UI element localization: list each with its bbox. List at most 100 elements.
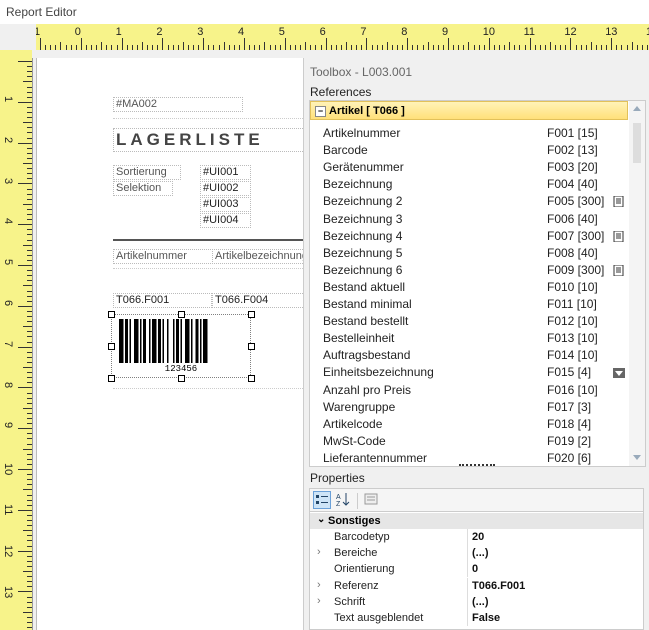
ruler-tick bbox=[27, 178, 32, 180]
ruler-tick bbox=[529, 38, 531, 50]
resize-handle[interactable] bbox=[248, 343, 255, 350]
reference-item[interactable]: Auftragsbestand F014 [10] bbox=[310, 347, 628, 364]
report-canvas[interactable]: #MA002 LAGERLISTE Sortierung Selektion #… bbox=[36, 58, 311, 630]
reference-item[interactable]: Einheitsbezeichnung F015 [4] bbox=[310, 364, 628, 381]
reference-name: MwSt-Code bbox=[323, 433, 386, 448]
ruler-tick bbox=[27, 576, 32, 578]
chevron-right-icon[interactable]: › bbox=[317, 546, 321, 558]
text-doc-icon[interactable] bbox=[613, 195, 624, 208]
resize-handle[interactable] bbox=[108, 343, 115, 350]
reference-item[interactable]: Artikelcode F018 [4] bbox=[310, 416, 628, 433]
resize-handle[interactable] bbox=[108, 375, 115, 382]
property-category[interactable]: ⌄ Sonstiges bbox=[310, 513, 643, 529]
chevron-right-icon[interactable]: › bbox=[317, 595, 321, 607]
column-header-artikelnummer[interactable]: Artikelnummer bbox=[113, 249, 213, 264]
label-selektion[interactable]: Selektion bbox=[113, 181, 173, 196]
ruler-tick bbox=[27, 310, 32, 312]
references-tree[interactable]: − Artikel [ T066 ] Artikelnummer F001 [15… bbox=[309, 100, 646, 467]
column-separator bbox=[467, 529, 468, 545]
resize-handle[interactable] bbox=[248, 311, 255, 318]
property-row[interactable]: › Bereiche (...) bbox=[310, 545, 643, 562]
tree-group-artikel[interactable]: − Artikel [ T066 ] bbox=[310, 101, 628, 120]
ruler-tick bbox=[27, 127, 32, 129]
collapse-icon[interactable]: − bbox=[315, 106, 326, 117]
reference-code: F012 [10] bbox=[547, 314, 598, 329]
property-value[interactable]: (...) bbox=[472, 547, 489, 559]
ruler-tick bbox=[27, 474, 32, 476]
property-row[interactable]: Text ausgeblendet False bbox=[310, 610, 643, 626]
field-ui004[interactable]: #UI004 bbox=[200, 213, 251, 228]
canvas-margin bbox=[32, 50, 649, 58]
property-pages-button[interactable] bbox=[362, 491, 380, 509]
label-sortierung[interactable]: Sortierung bbox=[113, 165, 181, 180]
categorized-button[interactable] bbox=[313, 491, 331, 509]
text-doc-icon[interactable] bbox=[613, 230, 624, 243]
ruler-tick bbox=[60, 42, 62, 50]
resize-handle[interactable] bbox=[248, 375, 255, 382]
scroll-up-icon[interactable] bbox=[633, 106, 641, 111]
reference-item[interactable]: Barcode F002 [13] bbox=[310, 142, 628, 159]
reference-item[interactable]: Bezeichnung 5 F008 [40] bbox=[310, 245, 628, 262]
property-grid[interactable]: ⌄ Sonstiges Barcodetyp 20 › Bereiche (...) Or… bbox=[309, 512, 644, 630]
ruler-tick bbox=[27, 66, 32, 68]
property-row[interactable]: › Referenz T066.F001 bbox=[310, 577, 643, 594]
property-key: Bereiche bbox=[334, 547, 378, 560]
references-scrollbar[interactable] bbox=[629, 101, 645, 466]
resize-handle[interactable] bbox=[178, 311, 185, 318]
barcode-bar bbox=[176, 319, 179, 363]
field-t066-f001[interactable]: T066.F001 bbox=[113, 293, 212, 308]
reference-item[interactable]: Bezeichnung 2 F005 [300] bbox=[310, 193, 628, 210]
title-bar: Report Editor bbox=[0, 0, 649, 24]
ruler-tick bbox=[23, 611, 32, 613]
reference-name: Bestelleinheit bbox=[323, 331, 395, 346]
window-title: Report Editor bbox=[6, 5, 77, 19]
reference-item[interactable]: Bezeichnung F004 [40] bbox=[310, 176, 628, 193]
reference-item[interactable]: Warengruppe F017 [3] bbox=[310, 399, 628, 416]
reference-item[interactable]: Bestelleinheit F013 [10] bbox=[310, 330, 628, 347]
reference-item[interactable]: Bezeichnung 3 F006 [40] bbox=[310, 211, 628, 228]
property-value[interactable]: (...) bbox=[472, 596, 489, 608]
property-value[interactable]: T066.F001 bbox=[472, 580, 525, 592]
ruler-number: 2 bbox=[2, 136, 14, 143]
category-label: Sonstiges bbox=[328, 515, 381, 527]
reference-item[interactable]: Artikelnummer F001 [15] bbox=[310, 125, 628, 142]
property-value[interactable]: 20 bbox=[472, 531, 484, 543]
ruler-tick bbox=[27, 117, 32, 119]
property-row[interactable]: Orientierung 0 bbox=[310, 561, 643, 578]
reference-item[interactable]: Gerätenummer F003 [20] bbox=[310, 159, 628, 176]
text-doc-icon[interactable] bbox=[613, 264, 624, 277]
barcode-element[interactable]: 123456 bbox=[108, 311, 255, 382]
ruler-tick bbox=[18, 61, 32, 62]
reference-item[interactable]: MwSt-Code F019 [2] bbox=[310, 433, 628, 450]
reference-item[interactable]: Bestand aktuell F010 [10] bbox=[310, 279, 628, 296]
chevron-down-icon[interactable]: ⌄ bbox=[317, 514, 325, 525]
report-title[interactable]: LAGERLISTE bbox=[113, 128, 307, 152]
reference-item[interactable]: Anzahl pro Preis F016 [10] bbox=[310, 382, 628, 399]
field-ui002[interactable]: #UI002 bbox=[200, 181, 251, 196]
resize-handle[interactable] bbox=[108, 311, 115, 318]
scroll-thumb[interactable] bbox=[633, 123, 641, 163]
ruler-tick bbox=[18, 428, 32, 430]
ruler-number: 6 bbox=[319, 26, 326, 38]
reference-item[interactable]: Bezeichnung 6 F009 [300] bbox=[310, 262, 628, 279]
panel-splitter[interactable] bbox=[459, 464, 495, 469]
field-ma002[interactable]: #MA002 bbox=[113, 97, 243, 112]
chevron-right-icon[interactable]: › bbox=[317, 579, 321, 591]
field-ui003[interactable]: #UI003 bbox=[200, 197, 251, 212]
ruler-tick bbox=[142, 42, 143, 50]
property-value[interactable]: 0 bbox=[472, 563, 478, 575]
column-header-artikelbezeichnung[interactable]: Artikelbezeichnung bbox=[212, 249, 311, 264]
reference-item[interactable]: Bezeichnung 4 F007 [300] bbox=[310, 228, 628, 245]
property-row[interactable]: Barcodetyp 20 bbox=[310, 529, 643, 545]
barcode-bar bbox=[119, 319, 124, 363]
reference-item[interactable]: Bestand minimal F011 [10] bbox=[310, 296, 628, 313]
field-ui001[interactable]: #UI001 bbox=[200, 165, 251, 180]
resize-handle[interactable] bbox=[178, 375, 185, 382]
property-row[interactable]: › Schrift (...) bbox=[310, 593, 643, 610]
property-value[interactable]: False bbox=[472, 612, 500, 624]
scroll-down-icon[interactable] bbox=[633, 455, 641, 460]
alphabetical-button[interactable]: AZ bbox=[334, 491, 352, 509]
reference-item[interactable]: Bestand bestellt F012 [10] bbox=[310, 313, 628, 330]
field-t066-f004[interactable]: T066.F004 bbox=[212, 293, 311, 308]
dropdown-icon[interactable] bbox=[613, 367, 625, 379]
